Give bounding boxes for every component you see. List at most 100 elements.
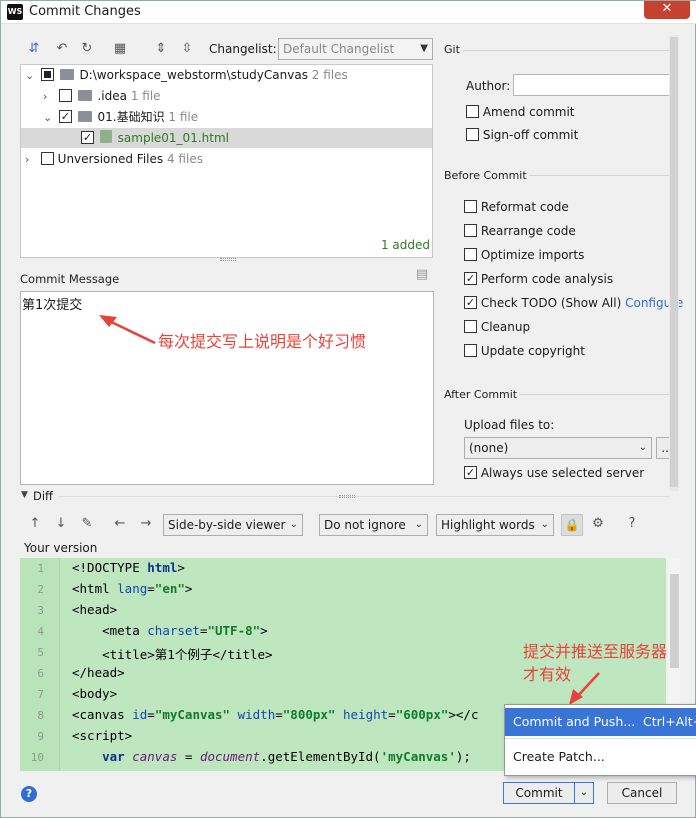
chevron-right-icon[interactable]: › — [43, 87, 55, 107]
analysis-option[interactable]: Perform code analysis — [464, 271, 613, 287]
expand-all-icon[interactable]: ⇕ — [152, 41, 170, 59]
next-difference-icon[interactable]: ↓ — [52, 516, 70, 534]
copyright-option[interactable]: Update copyright — [464, 343, 585, 359]
chevron-down-icon[interactable]: ⌄ — [25, 66, 37, 86]
code-line: <title>第1个例子</title> — [72, 644, 272, 663]
line-number: 3 — [37, 604, 44, 617]
help-icon[interactable]: ? — [623, 516, 641, 534]
rollback-icon[interactable]: ↶ — [53, 41, 71, 59]
copyright-label: Update copyright — [480, 344, 585, 358]
amend-option[interactable]: Amend commit — [466, 104, 575, 120]
code-token: charset — [147, 623, 200, 638]
root-checkbox[interactable] — [40, 68, 54, 81]
show-diff-icon[interactable]: ⇵ — [25, 41, 43, 59]
tree-row-idea[interactable]: › .idea 1 file — [43, 86, 161, 106]
code-token: "800px" — [282, 707, 336, 722]
ignore-select[interactable]: Do not ignore ⌄ — [319, 514, 428, 536]
optimize-checkbox[interactable] — [464, 248, 477, 261]
commit-message-annotation: 每次提交写上说明是个好习惯 — [158, 332, 367, 351]
splitter-handle[interactable] — [339, 495, 355, 498]
reformat-option[interactable]: Reformat code — [464, 199, 569, 215]
gear-icon[interactable]: ⚙ — [589, 516, 607, 534]
tree-row-folder01[interactable]: ⌄ 01.基础知识 1 file — [43, 107, 198, 127]
chevron-down-icon[interactable]: ⌄ — [43, 108, 55, 128]
always-use-server-option[interactable]: Always use selected server — [464, 465, 644, 481]
changelist-select[interactable]: Default Changelist ▼ — [278, 38, 433, 60]
group-by-icon[interactable]: ▦ — [111, 41, 129, 59]
code-token: </head> — [72, 665, 125, 680]
commit-dropdown-button[interactable]: ⌄ — [574, 782, 594, 804]
author-input[interactable] — [513, 74, 676, 96]
analysis-checkbox[interactable] — [464, 272, 477, 285]
rearrange-checkbox[interactable] — [464, 224, 477, 237]
always-use-server-label: Always use selected server — [480, 466, 645, 480]
tree-row-unversioned[interactable]: › Unversioned Files 4 files — [25, 149, 203, 169]
viewer-select[interactable]: Side-by-side viewer ⌄ — [163, 514, 303, 536]
highlight-select[interactable]: Highlight words ⌄ — [436, 514, 554, 536]
chevron-down-icon: ⌄ — [579, 787, 589, 798]
code-token: = — [147, 707, 155, 722]
todo-label: Check TODO (Show All) — [480, 296, 622, 310]
splitter-handle[interactable] — [220, 258, 236, 261]
code-token: width — [237, 707, 276, 722]
folder-icon — [59, 69, 74, 80]
unversioned-checkbox[interactable] — [40, 152, 54, 165]
commit-button[interactable]: Commit — [503, 782, 575, 804]
tree-row-file[interactable]: sample01_01.html — [21, 128, 432, 148]
create-patch-item[interactable]: Create Patch... — [505, 743, 696, 771]
line-number: 6 — [37, 667, 44, 680]
collapse-diff-icon[interactable]: ▼ — [21, 490, 28, 500]
cancel-button[interactable]: Cancel — [607, 782, 677, 804]
cleanup-option[interactable]: Cleanup — [464, 319, 530, 335]
code-scrollbar-thumb[interactable] — [670, 574, 679, 668]
todo-option[interactable]: Check TODO (Show All) Configure — [464, 295, 683, 311]
upload-server-select[interactable]: (none) ⌄ — [464, 437, 652, 459]
help-button[interactable]: ? — [21, 786, 37, 802]
previous-difference-icon[interactable]: ↑ — [26, 516, 44, 534]
folder-icon — [77, 111, 92, 122]
collapse-all-icon[interactable]: ⇳ — [178, 41, 196, 59]
code-token: > — [184, 581, 193, 596]
tree-row-root[interactable]: ⌄ D:\workspace_webstorm\studyCanvas 2 fi… — [25, 65, 348, 85]
code-token: <body> — [72, 686, 118, 701]
commit-and-push-shortcut: Ctrl+Alt+K — [643, 714, 696, 729]
highlight-value: Highlight words — [441, 518, 535, 532]
copyright-checkbox[interactable] — [464, 344, 477, 357]
reformat-checkbox[interactable] — [464, 200, 477, 213]
folder01-checkbox[interactable] — [58, 110, 72, 123]
signoff-checkbox[interactable] — [466, 128, 479, 141]
options-scrollbar-thumb[interactable] — [670, 37, 678, 487]
code-token: > — [260, 623, 268, 638]
chevron-right-icon[interactable]: › — [25, 150, 37, 170]
cleanup-label: Cleanup — [480, 320, 531, 334]
refresh-icon[interactable]: ↻ — [78, 41, 96, 59]
edit-source-icon[interactable]: ✎ — [78, 516, 96, 534]
commit-message-textarea[interactable]: 第1次提交 — [20, 291, 434, 485]
lock-icon[interactable]: 🔒 — [561, 514, 583, 536]
changelist-label: Changelist: — [209, 42, 277, 56]
signoff-option[interactable]: Sign-off commit — [466, 127, 578, 143]
line-number: 7 — [37, 688, 44, 701]
optimize-option[interactable]: Optimize imports — [464, 247, 584, 263]
commit-and-push-item[interactable]: Commit and Push... Ctrl+Alt+K — [505, 708, 696, 736]
idea-checkbox[interactable] — [58, 89, 72, 102]
back-arrow-icon[interactable]: ← — [111, 516, 129, 534]
code-token: 第1个例子 — [154, 647, 213, 662]
code-line: <head> — [72, 602, 117, 617]
annotation-arrow-icon — [99, 315, 156, 345]
file-checkbox[interactable] — [81, 131, 94, 144]
changes-tree[interactable]: ⌄ D:\workspace_webstorm\studyCanvas 2 fi… — [20, 64, 433, 258]
viewer-value: Side-by-side viewer — [168, 518, 286, 532]
todo-checkbox[interactable] — [464, 296, 477, 309]
cleanup-checkbox[interactable] — [464, 320, 477, 333]
always-use-server-checkbox[interactable] — [464, 466, 477, 479]
close-button[interactable]: ✕ — [644, 1, 690, 19]
code-token: lang — [117, 581, 148, 596]
code-token: "myCanvas" — [154, 707, 231, 722]
amend-checkbox[interactable] — [466, 105, 479, 118]
commit-history-icon[interactable]: ▤ — [413, 267, 431, 285]
code-token: "en" — [154, 581, 185, 596]
line-number: 8 — [37, 709, 44, 722]
forward-arrow-icon[interactable]: → — [137, 516, 155, 534]
rearrange-option[interactable]: Rearrange code — [464, 223, 576, 239]
